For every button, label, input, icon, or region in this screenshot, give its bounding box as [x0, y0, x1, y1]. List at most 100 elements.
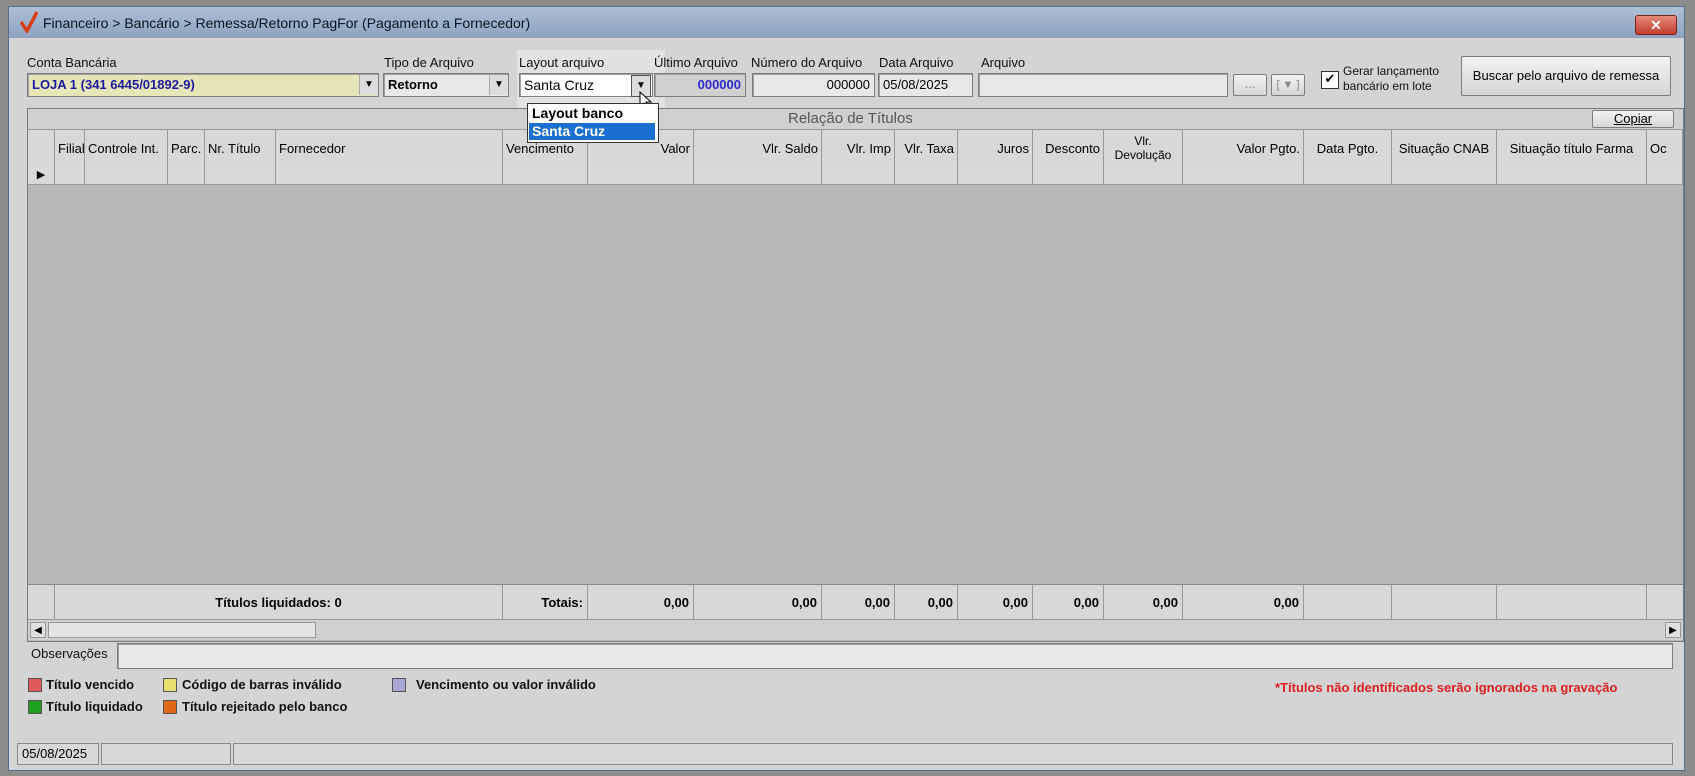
gerar-lancamento-line2: bancário em lote [1343, 79, 1432, 93]
col-header-nr-titulo[interactable]: Nr. Título [205, 130, 276, 166]
row-pointer-icon: ▶ [28, 166, 55, 184]
data-arquivo-field[interactable]: 05/08/2025 [878, 73, 973, 97]
arrow-right-icon[interactable]: ▶ [1665, 622, 1681, 638]
data-arquivo-label: Data Arquivo [879, 55, 954, 70]
cell-oc[interactable] [1647, 166, 1683, 184]
tipo-arquivo-label: Tipo de Arquivo [384, 55, 474, 70]
buscar-remessa-button[interactable]: Buscar pelo arquivo de remessa [1461, 56, 1671, 96]
total-valor: 0,00 [588, 585, 694, 619]
totals-corner [28, 585, 55, 619]
cell-valor-pgto[interactable] [1183, 166, 1304, 184]
arquivo-label: Arquivo [981, 55, 1026, 70]
total-vlr-devolucao: 0,00 [1104, 585, 1183, 619]
status-panel-2 [101, 743, 231, 765]
col-header-controle-int[interactable]: Controle Int. [85, 130, 168, 166]
warning-ignored-titles: *Títulos não identificados serão ignorad… [1275, 680, 1618, 695]
observacoes-input[interactable] [117, 643, 1673, 669]
legend-vencimento-valor: Vencimento ou valor inválido [416, 677, 596, 692]
col-header-vlr-taxa[interactable]: Vlr. Taxa [895, 130, 958, 166]
cell-nr-titulo[interactable] [205, 166, 276, 184]
grid-header-row: Filial Controle Int. Parc. Nr. Título Fo… [28, 130, 1683, 167]
cell-fornecedor[interactable] [276, 166, 503, 184]
dropdown-option-layout-banco[interactable]: Layout banco [529, 105, 655, 122]
ultimo-arquivo-label: Último Arquivo [654, 55, 738, 70]
conta-bancaria-label: Conta Bancária [27, 55, 117, 70]
cell-data-pgto[interactable] [1304, 166, 1392, 184]
copy-button[interactable]: Copiar [1592, 110, 1674, 128]
col-header-fornecedor[interactable]: Fornecedor [276, 130, 503, 166]
legend-rejeitado: Título rejeitado pelo banco [182, 699, 348, 714]
legend-swatch-vencido [28, 678, 42, 692]
legend-swatch-liquidado [28, 700, 42, 714]
col-header-data-pgto[interactable]: Data Pgto. [1304, 130, 1392, 166]
col-header-oc[interactable]: Oc [1647, 130, 1683, 166]
legend-codigo-barras: Código de barras inválido [182, 677, 342, 692]
legend-swatch-rejeitado [163, 700, 177, 714]
cell-controle-int[interactable] [85, 166, 168, 184]
col-header-situacao-titulo-farma[interactable]: Situação título Farma [1497, 130, 1647, 166]
row-header-corner [28, 130, 55, 166]
status-bar: 05/08/2025 [17, 743, 1677, 765]
main-window: Financeiro > Bancário > Remessa/Retorno … [8, 6, 1685, 771]
col-header-filial[interactable]: Filial [55, 130, 85, 166]
legend-swatch-codigo-barras [163, 678, 177, 692]
dropdown-option-santa-cruz[interactable]: Santa Cruz [529, 123, 655, 140]
totais-label: Totais: [503, 585, 588, 619]
cell-vencimento[interactable] [503, 166, 588, 184]
arrow-left-icon[interactable]: ◀ [30, 622, 46, 638]
col-header-vlr-devolucao[interactable]: Vlr. Devolução [1104, 130, 1183, 166]
col-header-juros[interactable]: Juros [958, 130, 1033, 166]
legend-swatch-vencimento-valor [392, 678, 406, 692]
cell-vlr-taxa[interactable] [895, 166, 958, 184]
layout-arquivo-value: Santa Cruz [524, 77, 595, 93]
col-header-situacao-cnab[interactable]: Situação CNAB [1392, 130, 1497, 166]
col-header-valor-pgto[interactable]: Valor Pgto. [1183, 130, 1304, 166]
browse-button[interactable]: ... [1233, 74, 1267, 96]
gerar-lancamento-checkbox[interactable]: ✔ [1321, 71, 1339, 89]
cell-desconto[interactable] [1033, 166, 1104, 184]
cell-vlr-imp[interactable] [822, 166, 895, 184]
chevron-down-icon[interactable]: ▼ [359, 75, 378, 95]
numero-arquivo-label: Número do Arquivo [751, 55, 863, 70]
col-header-vlr-saldo[interactable]: Vlr. Saldo [694, 130, 822, 166]
table-row[interactable]: ▶ [28, 166, 1683, 185]
cell-situacao-cnab[interactable] [1392, 166, 1497, 184]
arquivo-extra-button[interactable]: [ ▼ ] [1271, 74, 1305, 96]
title-bar: Financeiro > Bancário > Remessa/Retorno … [9, 7, 1684, 38]
legend-vencido: Título vencido [46, 677, 135, 692]
cell-juros[interactable] [958, 166, 1033, 184]
numero-arquivo-value: 000000 [826, 77, 870, 92]
titulos-liquidados: Títulos liquidados: 0 [55, 585, 503, 619]
cell-valor[interactable] [588, 166, 694, 184]
conta-bancaria-select[interactable]: LOJA 1 (341 6445/01892-9) [27, 73, 379, 97]
checkmark-logo-icon [20, 11, 38, 33]
chevron-down-icon[interactable]: ▼ [489, 75, 508, 95]
data-arquivo-value: 05/08/2025 [883, 77, 949, 92]
total-desconto: 0,00 [1033, 585, 1104, 619]
cell-filial[interactable] [55, 166, 85, 184]
close-button[interactable]: ✕ [1635, 15, 1677, 35]
cell-vlr-saldo[interactable] [694, 166, 822, 184]
total-valor-pgto: 0,00 [1183, 585, 1304, 619]
ultimo-arquivo-value: 000000 [697, 77, 741, 92]
numero-arquivo-field[interactable]: 000000 [752, 73, 875, 97]
total-situacao-cnab [1392, 585, 1497, 619]
total-vlr-imp: 0,00 [822, 585, 895, 619]
col-header-desconto[interactable]: Desconto [1033, 130, 1104, 166]
layout-arquivo-dropdown: Layout banco Santa Cruz [527, 103, 659, 143]
scrollbar-thumb[interactable] [48, 622, 316, 638]
arquivo-field[interactable] [978, 73, 1228, 97]
horizontal-scrollbar[interactable]: ◀ ▶ [28, 619, 1683, 640]
cell-situacao-titulo-farma[interactable] [1497, 166, 1647, 184]
cell-vlr-devolucao[interactable] [1104, 166, 1183, 184]
grid-caption-bar: Relação de Títulos Copiar [28, 109, 1683, 130]
total-situacao-farma [1497, 585, 1647, 619]
layout-arquivo-label: Layout arquivo [519, 55, 605, 70]
grid-caption: Relação de Títulos [788, 110, 913, 127]
status-panel-3 [233, 743, 1673, 765]
cell-parc[interactable] [168, 166, 205, 184]
status-date: 05/08/2025 [17, 743, 99, 765]
total-data-pgto [1304, 585, 1392, 619]
col-header-vlr-imp[interactable]: Vlr. Imp [822, 130, 895, 166]
col-header-parc[interactable]: Parc. [168, 130, 205, 166]
